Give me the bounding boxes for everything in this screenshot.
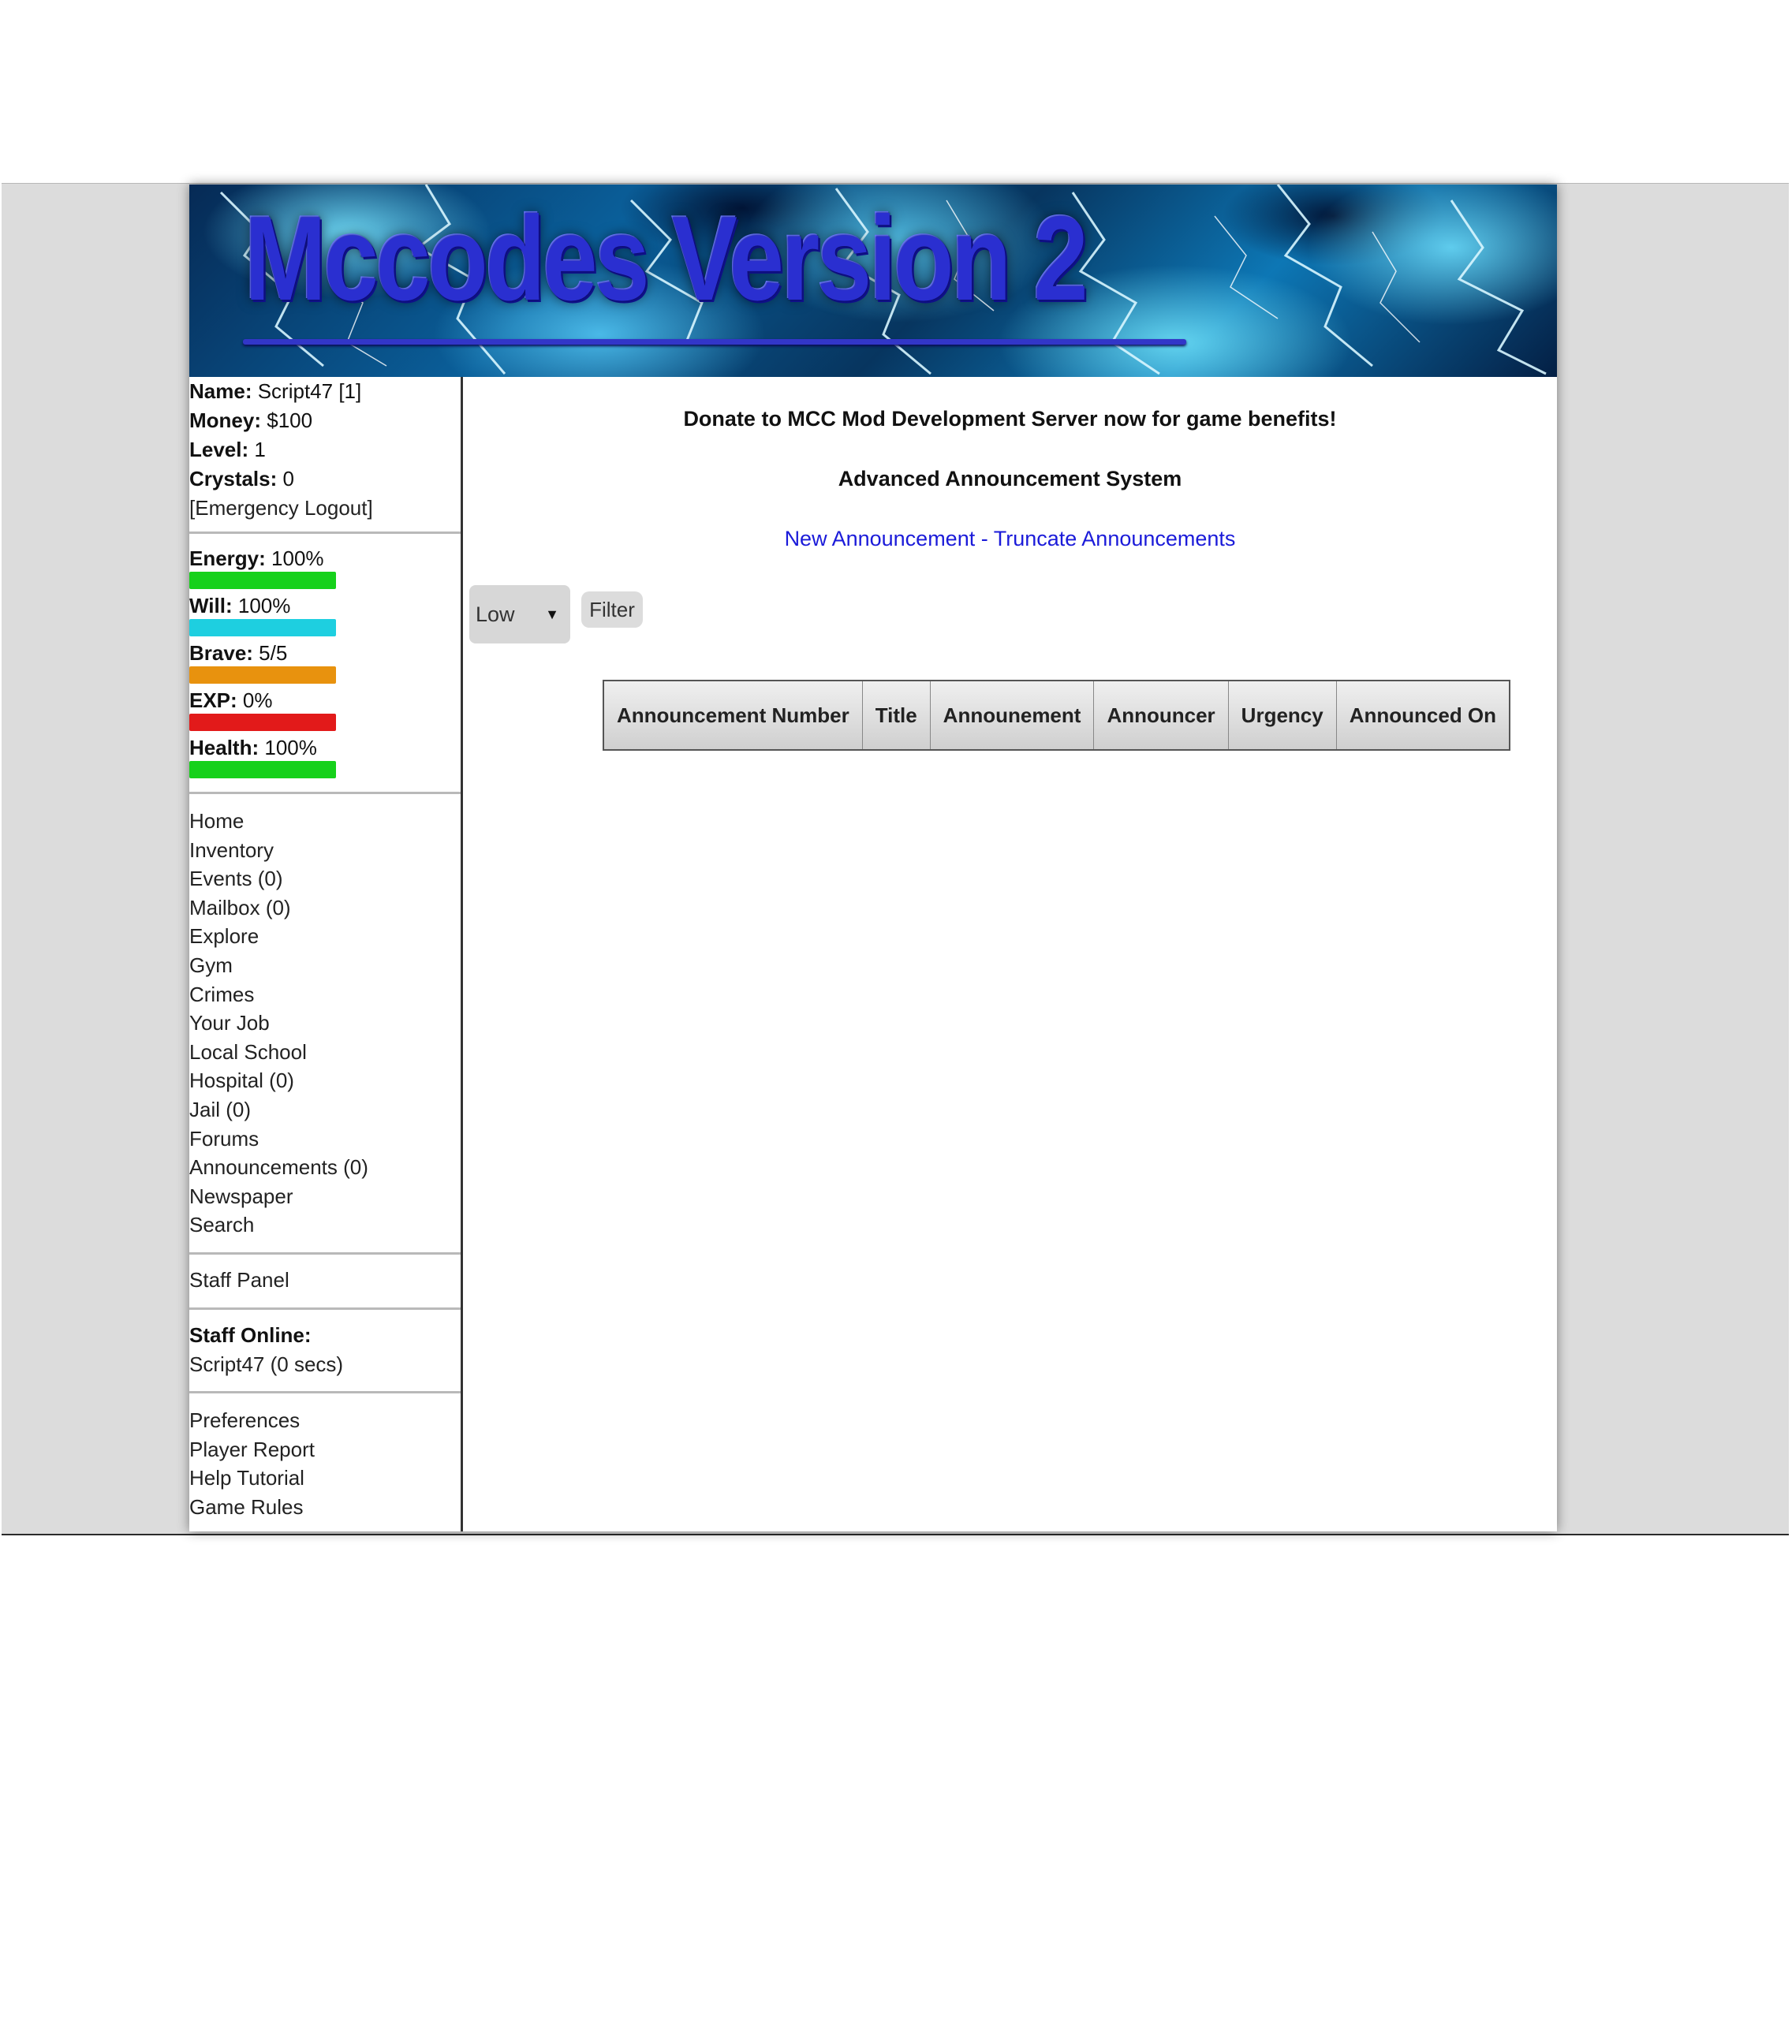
urgency-select[interactable]: Low ▼ — [469, 585, 570, 643]
game-container: Mccodes Version 2 Name: Script47 [1] Mon… — [189, 185, 1557, 1531]
nav-newspaper[interactable]: Newspaper — [189, 1182, 461, 1211]
page-title: Advanced Announcement System — [838, 467, 1182, 490]
stat-will: Will: 100% — [189, 592, 461, 636]
donate-message: Donate to MCC Mod Development Server now… — [683, 407, 1337, 431]
col-announcement[interactable]: Announement — [929, 680, 1095, 751]
health-bar — [189, 761, 336, 778]
link-preferences[interactable]: Preferences — [189, 1406, 461, 1435]
sidebar: Name: Script47 [1] Money: $100 Level: 1 … — [189, 377, 463, 1531]
exp-bar — [189, 714, 336, 731]
user-name: Name: Script47 [1] — [189, 379, 362, 403]
col-urgency[interactable]: Urgency — [1227, 680, 1337, 751]
user-crystals: Crystals: 0 — [189, 467, 294, 490]
link-player-report[interactable]: Player Report — [189, 1435, 461, 1464]
announcements-table: Announcement Number Title Announement An… — [603, 680, 1511, 751]
header-banner: Mccodes Version 2 — [189, 185, 1557, 377]
dropdown-arrow-icon: ▼ — [545, 606, 559, 622]
user-level: Level: 1 — [189, 438, 266, 461]
nav-hospital[interactable]: Hospital (0) — [189, 1066, 461, 1095]
admin-links: New Announcement - Truncate Announcement… — [463, 527, 1557, 551]
nav-events[interactable]: Events (0) — [189, 864, 461, 893]
stat-health: Health: 100% — [189, 734, 461, 778]
truncate-announcements-link[interactable]: Truncate Announcements — [994, 527, 1236, 550]
nav-crimes[interactable]: Crimes — [189, 980, 461, 1009]
stat-exp: EXP: 0% — [189, 687, 461, 731]
stat-energy: Energy: 100% — [189, 545, 461, 589]
footer-links: Preferences Player Report Help Tutorial … — [189, 1393, 461, 1520]
filter-button[interactable]: Filter — [581, 591, 643, 628]
user-info: Name: Script47 [1] Money: $100 Level: 1 … — [189, 377, 461, 534]
link-help-tutorial[interactable]: Help Tutorial — [189, 1464, 461, 1493]
nav-forums[interactable]: Forums — [189, 1125, 461, 1154]
user-money: Money: $100 — [189, 408, 313, 432]
main-content: Donate to MCC Mod Development Server now… — [463, 377, 1557, 1531]
will-bar — [189, 619, 336, 636]
new-announcement-link[interactable]: New Announcement — [785, 527, 976, 550]
staff-panel-link[interactable]: Staff Panel — [189, 1266, 461, 1295]
nav-local-school[interactable]: Local School — [189, 1038, 461, 1067]
site-logo-title: Mccodes Version 2 — [245, 192, 1088, 326]
nav-your-job[interactable]: Your Job — [189, 1009, 461, 1038]
col-announcement-number[interactable]: Announcement Number — [603, 680, 863, 751]
staff-panel-block: Staff Panel — [189, 1255, 461, 1310]
main-navigation: Home Inventory Events (0) Mailbox (0) Ex… — [189, 794, 461, 1255]
col-announced-on[interactable]: Announced On — [1335, 680, 1510, 751]
link-separator: - — [975, 527, 994, 550]
nav-explore[interactable]: Explore — [189, 922, 461, 951]
nav-gym[interactable]: Gym — [189, 951, 461, 980]
table-header-row: Announcement Number Title Announement An… — [603, 680, 1510, 751]
staff-online-label: Staff Online: — [189, 1323, 312, 1347]
nav-inventory[interactable]: Inventory — [189, 836, 461, 865]
nav-home[interactable]: Home — [189, 807, 461, 836]
col-title[interactable]: Title — [861, 680, 931, 751]
brave-bar — [189, 666, 336, 684]
staff-online-block: Staff Online: Script47 (0 secs) — [189, 1310, 461, 1393]
urgency-selected-value: Low — [476, 602, 515, 626]
player-stats: Energy: 100% Will: 100% Brave: 5/5 EXP: … — [189, 534, 461, 794]
energy-bar — [189, 572, 336, 589]
staff-online-entry[interactable]: Script47 (0 secs) — [189, 1350, 461, 1379]
logo-underline — [243, 339, 1186, 345]
link-game-rules[interactable]: Game Rules — [189, 1493, 461, 1522]
nav-jail[interactable]: Jail (0) — [189, 1095, 461, 1125]
nav-mailbox[interactable]: Mailbox (0) — [189, 893, 461, 923]
nav-announcements[interactable]: Announcements (0) — [189, 1153, 461, 1182]
nav-search[interactable]: Search — [189, 1210, 461, 1240]
emergency-logout-link[interactable]: [Emergency Logout] — [189, 494, 461, 523]
stat-brave: Brave: 5/5 — [189, 640, 461, 684]
col-announcer[interactable]: Announcer — [1093, 680, 1229, 751]
